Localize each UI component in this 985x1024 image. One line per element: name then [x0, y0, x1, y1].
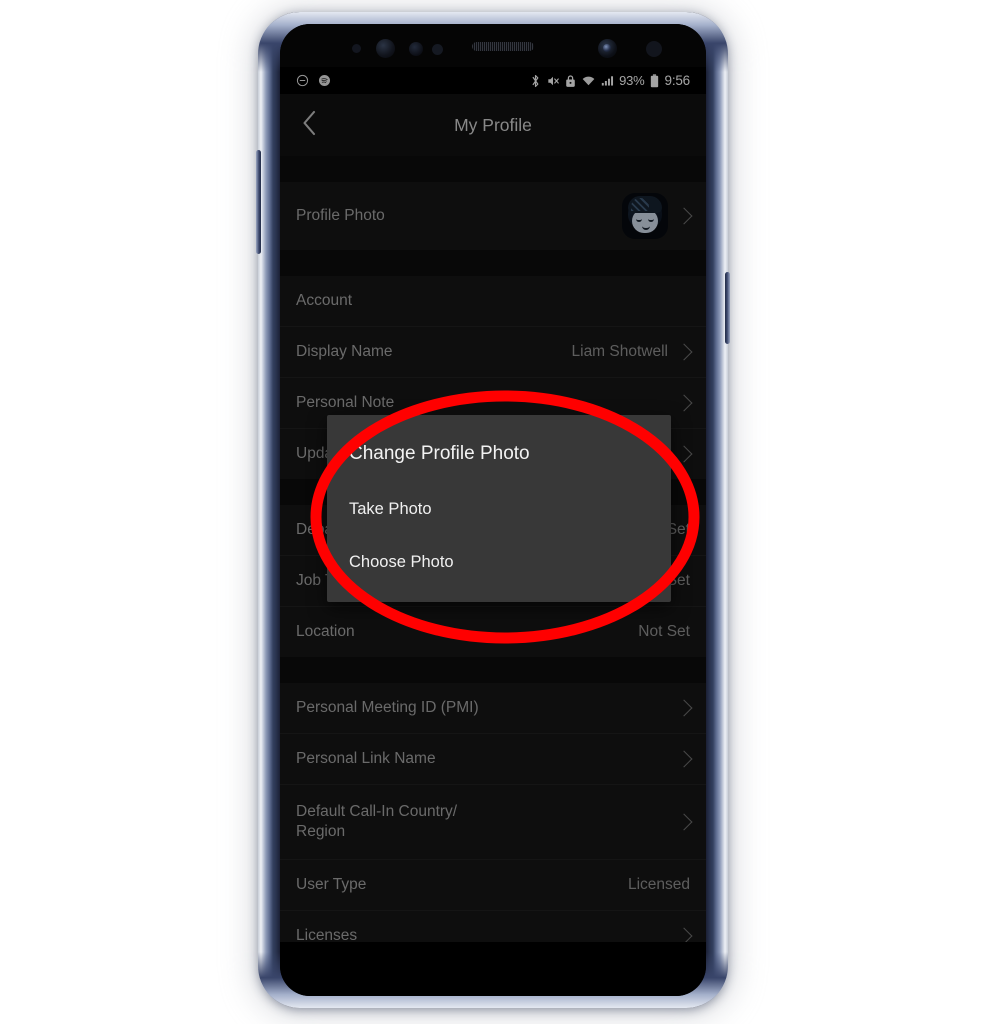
back-button[interactable]: [292, 108, 326, 142]
row-label: Personal Link Name: [296, 749, 436, 767]
page-title: My Profile: [454, 114, 532, 135]
row-personal-meeting-id[interactable]: Personal Meeting ID (PMI): [280, 683, 706, 734]
phone-bezel: 93% 9:56 My Profile Profile Photo Accoun…: [280, 24, 706, 996]
chevron-right-icon: [675, 445, 693, 463]
row-profile-photo[interactable]: Profile Photo: [280, 182, 706, 250]
status-bar: 93% 9:56: [280, 67, 706, 94]
lock-icon: [565, 74, 576, 88]
row-personal-link-name[interactable]: Personal Link Name: [280, 734, 706, 785]
iris-scanner-icon: [376, 39, 395, 58]
power-button[interactable]: [725, 272, 730, 344]
section-meeting: Personal Meeting ID (PMI) Personal Link …: [280, 683, 706, 942]
row-label: Location: [296, 622, 355, 640]
chevron-right-icon: [675, 927, 693, 942]
row-label: Account: [296, 291, 353, 309]
row-label: User Type: [296, 875, 367, 893]
list-gap-3: [280, 657, 706, 683]
battery-percent-label: 93%: [619, 73, 645, 88]
cellular-signal-icon: [601, 74, 614, 87]
battery-icon: [650, 73, 659, 88]
secondary-sensor-icon: [646, 41, 662, 57]
front-sensor-bar: [280, 24, 706, 67]
row-label: Licenses: [296, 926, 358, 942]
dialog-option-take-photo[interactable]: Take Photo: [327, 483, 671, 536]
dialog-option-choose-photo[interactable]: Choose Photo: [327, 536, 671, 602]
row-label: Personal Meeting ID (PMI): [296, 698, 479, 716]
proximity-sensor-icon: [352, 44, 361, 53]
row-label: Display Name: [296, 342, 393, 360]
dialog-title: Change Profile Photo: [349, 443, 530, 464]
chevron-right-icon: [675, 394, 693, 412]
status-bar-left-icons: [296, 74, 331, 87]
wifi-icon: [581, 74, 596, 88]
led-indicator-icon: [432, 44, 443, 55]
bluetooth-icon: [530, 74, 541, 88]
chevron-right-icon: [675, 699, 693, 717]
row-value: Not Set: [638, 623, 690, 640]
row-label: Profile Photo: [296, 206, 385, 224]
volume-button[interactable]: [256, 150, 261, 254]
app-bar: My Profile: [280, 94, 706, 156]
chevron-right-icon: [675, 343, 693, 361]
row-label: Default Call-In Country/ Region: [296, 802, 458, 840]
chevron-right-icon: [675, 813, 693, 831]
change-profile-photo-dialog: Change Profile Photo Take Photo Choose P…: [327, 415, 671, 602]
app-screen: 93% 9:56 My Profile Profile Photo Accoun…: [280, 67, 706, 942]
list-gap-1: [280, 250, 706, 276]
chevron-right-icon: [675, 750, 693, 768]
row-default-call-in-country[interactable]: Default Call-In Country/ Region: [280, 785, 706, 860]
earpiece-speaker: [472, 42, 534, 51]
row-display-name[interactable]: Display Name Liam Shotwell: [280, 327, 706, 378]
avatar: [622, 193, 668, 239]
front-camera-icon: [598, 39, 617, 58]
list-gap-top: [280, 156, 706, 182]
row-account: Account: [280, 276, 706, 327]
row-user-type: User Type Licensed: [280, 860, 706, 911]
screen-bottom-area: [280, 942, 706, 996]
screenshot-root: 93% 9:56 My Profile Profile Photo Accoun…: [0, 0, 985, 1024]
section-photo: Profile Photo: [280, 182, 706, 250]
row-location[interactable]: Location Not Set: [280, 607, 706, 657]
mute-icon: [546, 74, 560, 88]
status-bar-right-icons: 93% 9:56: [530, 73, 690, 88]
row-value: Liam Shotwell: [571, 343, 669, 360]
chevron-left-icon: [301, 110, 318, 141]
light-sensor-icon: [409, 42, 423, 56]
phone-device-frame: 93% 9:56 My Profile Profile Photo Accoun…: [256, 12, 730, 1008]
row-licenses[interactable]: Licenses: [280, 911, 706, 942]
clock-label: 9:56: [664, 73, 691, 88]
chevron-right-icon: [675, 207, 693, 225]
row-label: Personal Note: [296, 393, 395, 411]
do-not-disturb-icon: [296, 74, 309, 87]
spotify-icon: [318, 74, 331, 87]
row-value: Licensed: [627, 876, 690, 893]
